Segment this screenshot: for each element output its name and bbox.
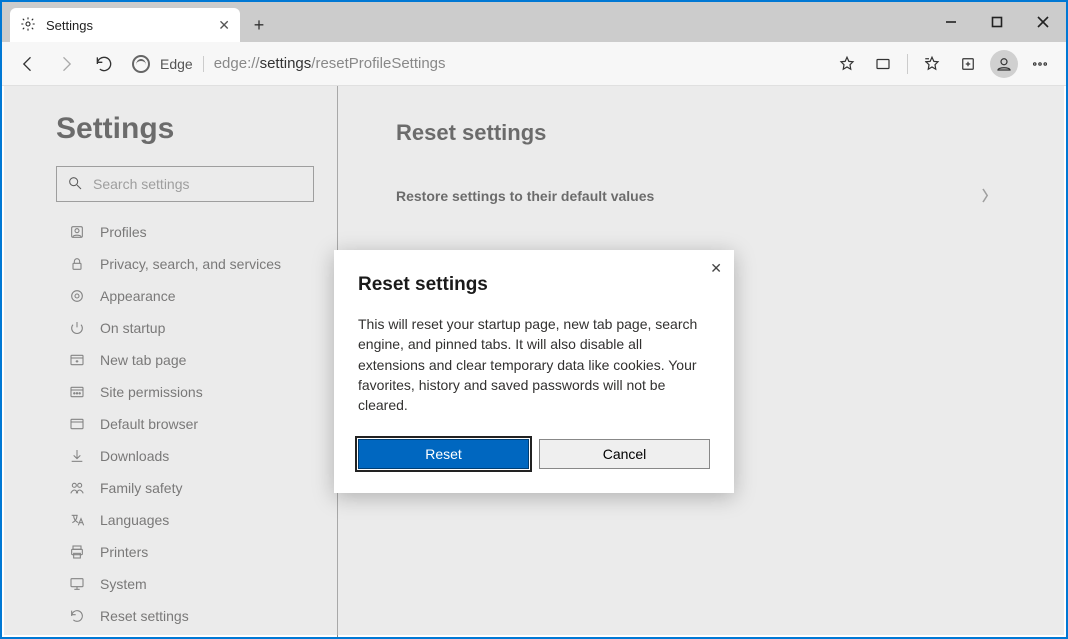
browser-tab[interactable]: Settings ✕: [10, 8, 240, 42]
titlebar: Settings ✕ +: [2, 2, 1066, 42]
url-text: edge://settings/resetProfileSettings: [214, 55, 446, 72]
edge-logo-icon: [132, 55, 150, 73]
profile-avatar[interactable]: [986, 46, 1022, 82]
forward-button: [48, 46, 84, 82]
dialog-body: This will reset your startup page, new t…: [358, 314, 710, 415]
tab-close-icon[interactable]: ✕: [218, 17, 230, 34]
reset-button[interactable]: Reset: [358, 439, 529, 469]
window-controls: [928, 2, 1066, 42]
more-menu-icon[interactable]: [1022, 46, 1058, 82]
edge-label: Edge: [160, 56, 204, 72]
dialog-title: Reset settings: [358, 274, 710, 296]
dialog-close-icon[interactable]: ✕: [710, 260, 722, 277]
separator: [907, 54, 908, 74]
new-tab-button[interactable]: +: [244, 8, 274, 42]
favorites-list-icon[interactable]: [914, 46, 950, 82]
gear-icon: [20, 16, 36, 35]
browser-toolbar: Edge edge://settings/resetProfileSetting…: [2, 42, 1066, 86]
toolbar-right: [829, 46, 1058, 82]
address-bar[interactable]: Edge edge://settings/resetProfileSetting…: [124, 48, 827, 80]
cancel-button[interactable]: Cancel: [539, 439, 710, 469]
modal-overlay: ✕ Reset settings This will reset your st…: [4, 86, 1064, 635]
reader-icon[interactable]: [865, 46, 901, 82]
maximize-button[interactable]: [974, 2, 1020, 42]
avatar-icon: [990, 50, 1018, 78]
dialog-buttons: Reset Cancel: [358, 439, 710, 469]
tab-title: Settings: [46, 18, 93, 33]
collections-icon[interactable]: [950, 46, 986, 82]
back-button[interactable]: [10, 46, 46, 82]
reset-settings-dialog: ✕ Reset settings This will reset your st…: [334, 250, 734, 493]
close-window-button[interactable]: [1020, 2, 1066, 42]
refresh-button[interactable]: [86, 46, 122, 82]
favorite-star-icon[interactable]: [829, 46, 865, 82]
minimize-button[interactable]: [928, 2, 974, 42]
